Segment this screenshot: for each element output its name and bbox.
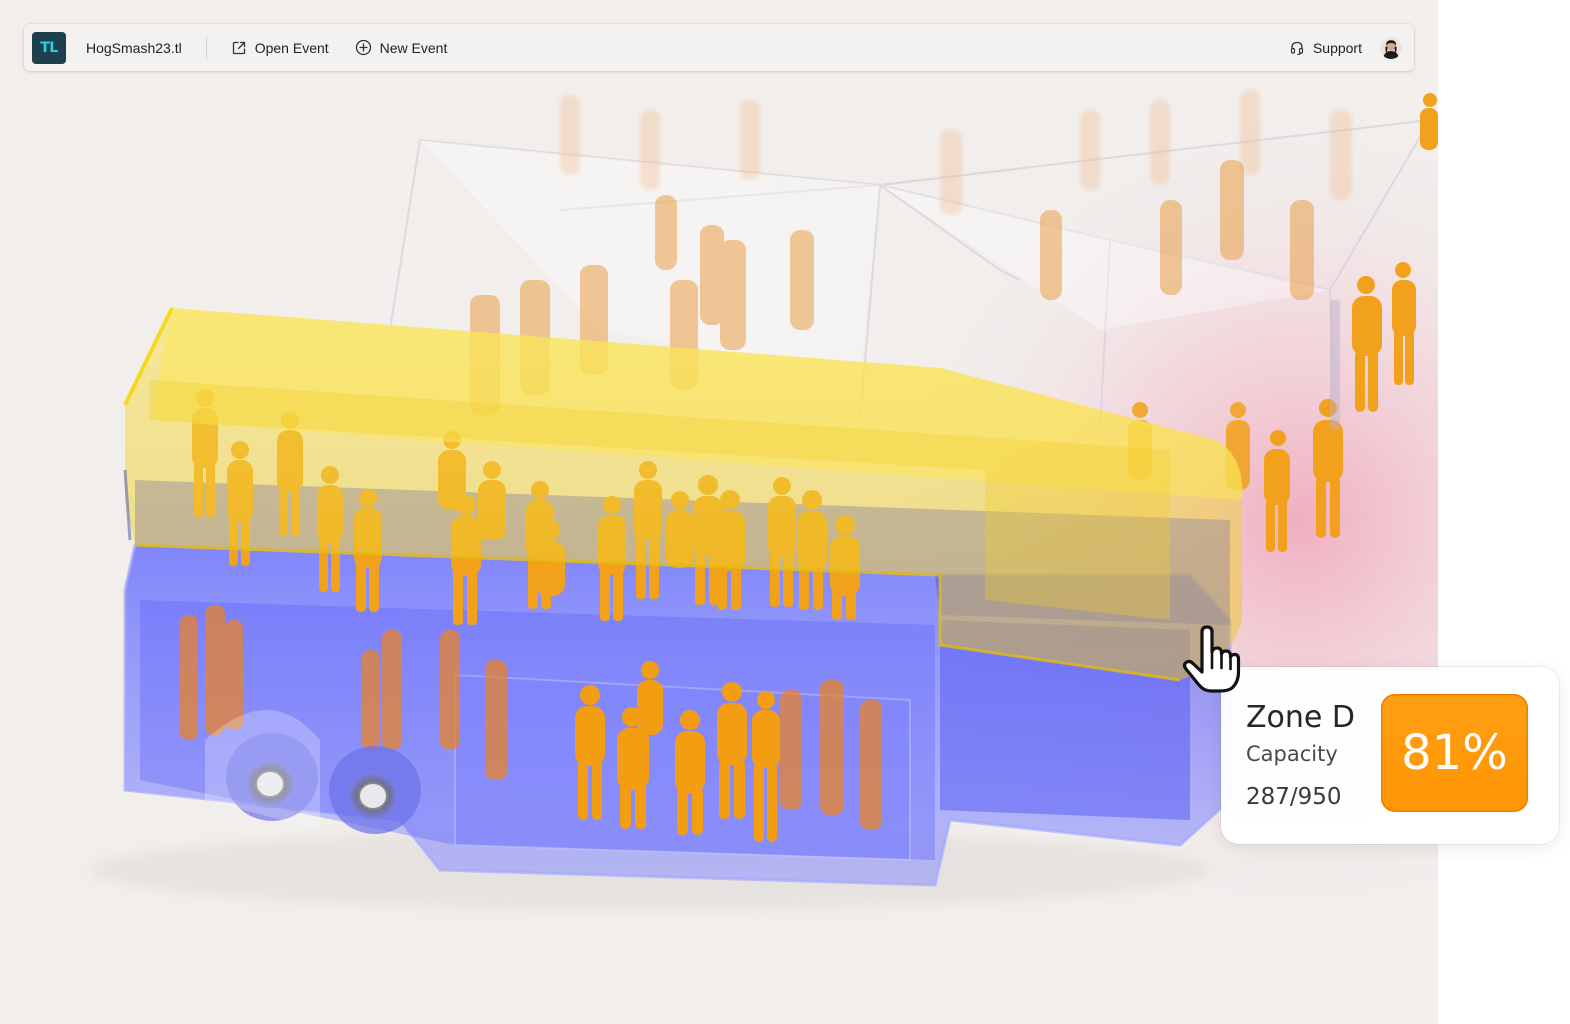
top-toolbar: TL HogSmash23.tl Open Event New Event Su… xyxy=(24,24,1414,71)
open-event-button[interactable]: Open Event xyxy=(231,40,329,56)
3d-viewport[interactable] xyxy=(0,0,1438,1024)
zone-occupancy-count: 287/950 xyxy=(1246,784,1342,810)
support-button[interactable]: Support xyxy=(1289,40,1362,56)
external-link-icon xyxy=(232,41,245,54)
capacity-percent-badge: 81% xyxy=(1381,694,1528,812)
app-window: TL HogSmash23.tl Open Event New Event Su… xyxy=(0,0,1570,1024)
page-margin xyxy=(1438,0,1570,1024)
toolbar-divider xyxy=(205,36,207,59)
zone-title: Zone D xyxy=(1246,700,1356,735)
app-logo[interactable]: TL xyxy=(32,31,66,64)
headset-icon xyxy=(1290,41,1304,55)
zone-info-card[interactable]: Zone D Capacity 287/950 81% xyxy=(1221,667,1559,844)
new-event-button[interactable]: New Event xyxy=(355,39,448,56)
scene-illustration xyxy=(0,0,1438,1024)
user-avatar[interactable] xyxy=(1380,36,1402,59)
plus-circle-icon xyxy=(355,39,371,56)
new-event-label: New Event xyxy=(379,39,448,56)
avatar-image xyxy=(1380,36,1402,59)
zone-capacity-label: Capacity xyxy=(1246,742,1338,766)
support-label: Support xyxy=(1312,39,1362,56)
open-event-label: Open Event xyxy=(254,39,329,56)
pointer-hand-icon xyxy=(1182,625,1241,693)
file-name: HogSmash23.tl xyxy=(86,39,182,56)
